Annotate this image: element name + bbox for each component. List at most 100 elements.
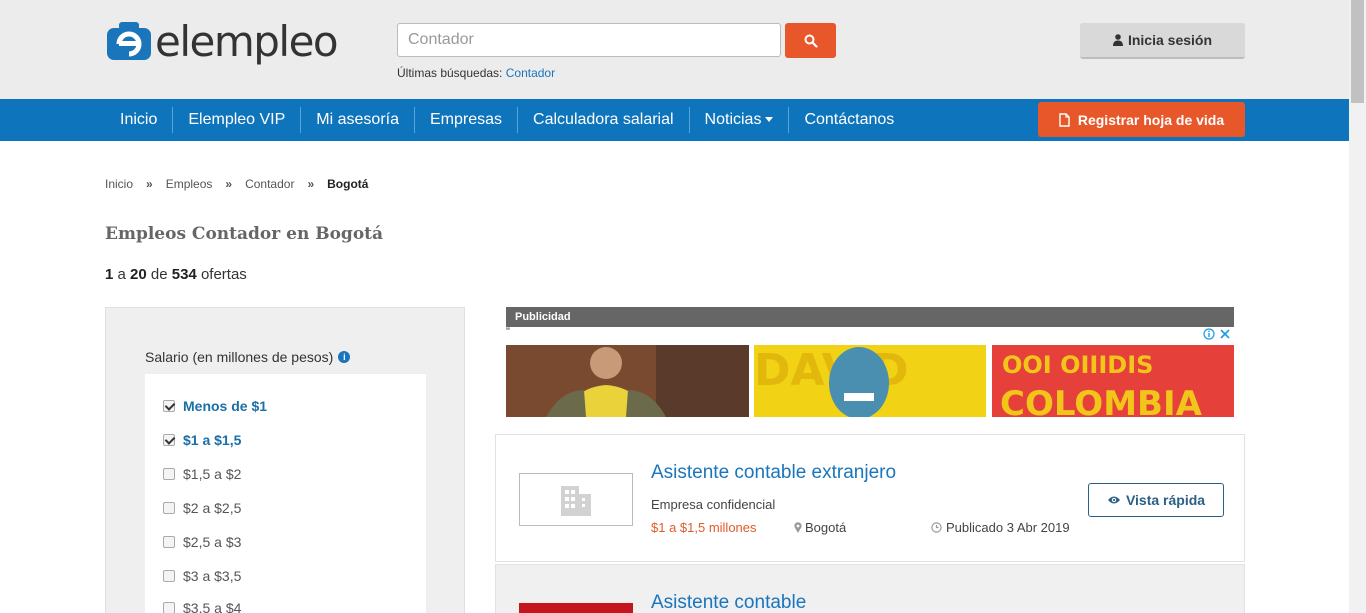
- salary-option[interactable]: $3,5 a $4: [163, 600, 241, 613]
- nav-item-contactanos[interactable]: Contáctanos: [788, 107, 909, 133]
- page: elempleo Últimas búsquedas: Contador Ini…: [0, 0, 1366, 613]
- job-title[interactable]: Asistente contable extranjero: [651, 462, 896, 484]
- recent-searches: Últimas búsquedas: Contador: [397, 66, 555, 80]
- eye-icon: [1107, 496, 1120, 504]
- salary-option-label: $2,5 a $3: [183, 534, 242, 550]
- logo-text: elempleo: [155, 16, 339, 66]
- results-from: 1: [105, 266, 114, 283]
- user-icon: [1112, 34, 1123, 46]
- scrollbar-thumb[interactable]: [1351, 0, 1364, 103]
- nav-item-label: Elempleo VIP: [188, 111, 286, 128]
- nav-item-label: Empresas: [430, 111, 503, 128]
- breadcrumb-separator: »: [146, 177, 153, 191]
- salary-filter-label: Salario (en millones de pesos): [145, 349, 334, 365]
- nav-item-inicio[interactable]: Inicio: [105, 107, 172, 133]
- search-button[interactable]: [785, 23, 836, 58]
- company-logo: [519, 603, 633, 613]
- breadcrumb-item-empleos[interactable]: Empleos: [166, 177, 213, 191]
- breadcrumb-separator: »: [225, 177, 233, 191]
- ad-label-bar: Publicidad: [506, 307, 1234, 327]
- nav-item-label: Contáctanos: [804, 111, 895, 128]
- breadcrumb-separator: »: [307, 177, 315, 191]
- building-icon: [561, 485, 591, 516]
- checkbox[interactable]: [163, 536, 175, 548]
- salary-option-label: Menos de $1: [183, 398, 268, 414]
- svg-text:OOI OIIIDIS: OOI OIIIDIS: [1002, 351, 1153, 379]
- breadcrumb-item-inicio[interactable]: Inicio: [105, 177, 133, 191]
- checkbox[interactable]: [163, 602, 175, 613]
- results-total: 534: [171, 266, 197, 283]
- results-count: 1 a 20 de 534 ofertas: [105, 266, 247, 283]
- salary-option-label: $2 a $2,5: [183, 500, 242, 516]
- search-icon: [804, 34, 818, 48]
- ad-info-icon[interactable]: [1203, 328, 1215, 340]
- nav-item-elempleo-vip[interactable]: Elempleo VIP: [172, 107, 300, 133]
- login-button-label: Inicia sesión: [1127, 32, 1213, 48]
- salary-filter-title: Salario (en millones de pesos) i: [145, 349, 351, 365]
- recent-searches-label: Últimas búsquedas:: [397, 66, 503, 80]
- results-de: de: [150, 266, 168, 283]
- salary-option[interactable]: $2,5 a $3: [163, 534, 241, 550]
- nav-item-noticias[interactable]: Noticias: [688, 107, 789, 133]
- results-suffix: ofertas: [200, 266, 247, 283]
- svg-text:COLOMBIA: COLOMBIA: [1000, 384, 1203, 417]
- caret-down-icon: [765, 117, 774, 123]
- job-card[interactable]: Asistente contable: [495, 564, 1245, 613]
- results-a: a: [117, 266, 126, 283]
- salary-filter-options: Menos de $1 $1 a $1,5 $1,5 a $2 $2 a $2,…: [145, 374, 426, 613]
- filters-sidebar: Salario (en millones de pesos) i Menos d…: [105, 307, 465, 613]
- company-logo-placeholder: [519, 473, 633, 526]
- salary-option[interactable]: $1 a $1,5: [163, 432, 241, 448]
- salary-option-label: $3 a $3,5: [183, 568, 242, 584]
- job-salary: $1 a $1,5 millones: [651, 520, 757, 535]
- ad-close-icon[interactable]: [1219, 328, 1231, 340]
- quick-view-label: Vista rápida: [1125, 492, 1206, 508]
- info-icon[interactable]: i: [338, 351, 351, 363]
- nav-item-calculadora-salarial[interactable]: Calculadora salarial: [517, 107, 689, 133]
- breadcrumb: Inicio » Empleos » Contador » Bogotá: [105, 177, 368, 191]
- header: elempleo Últimas búsquedas: Contador Ini…: [0, 0, 1366, 99]
- job-card[interactable]: Asistente contable extranjero Empresa co…: [495, 434, 1245, 562]
- page-scrollbar[interactable]: [1349, 0, 1366, 613]
- register-cv-button[interactable]: Registrar hoja de vida: [1038, 102, 1245, 137]
- nav-item-label: Inicio: [120, 111, 158, 128]
- map-marker-icon: [794, 522, 802, 533]
- quick-view-button[interactable]: Vista rápida: [1088, 483, 1224, 517]
- nav-item-label: Calculadora salarial: [533, 111, 674, 128]
- salary-option[interactable]: Menos de $1: [163, 398, 267, 414]
- breadcrumb-item-contador[interactable]: Contador: [245, 177, 294, 191]
- salary-option[interactable]: $3 a $3,5: [163, 568, 241, 584]
- ad-image-colombia[interactable]: OOI OIIIDIS COLOMBIA: [992, 345, 1234, 417]
- ad-controls: [1203, 328, 1231, 340]
- logo[interactable]: elempleo: [105, 15, 339, 67]
- elempleo-logo-icon: [105, 20, 153, 62]
- job-location: Bogotá: [794, 520, 846, 535]
- page-title: Empleos Contador en Bogotá: [105, 224, 384, 244]
- salary-option-label: $3,5 a $4: [183, 600, 242, 613]
- nav-item-label: Noticias: [704, 111, 762, 128]
- salary-option-label: $1 a $1,5: [183, 432, 242, 448]
- checkbox-checked[interactable]: [163, 400, 175, 412]
- salary-option[interactable]: $2 a $2,5: [163, 500, 241, 516]
- ad-quote: ": [506, 326, 510, 338]
- nav-items: Inicio Elempleo VIP Mi asesoría Empresas…: [105, 99, 909, 141]
- checkbox[interactable]: [163, 570, 175, 582]
- salary-option[interactable]: $1,5 a $2: [163, 466, 241, 482]
- job-company: Empresa confidencial: [651, 497, 776, 512]
- checkbox[interactable]: [163, 502, 175, 514]
- job-location-label: Bogotá: [805, 520, 847, 535]
- checkbox-checked[interactable]: [163, 434, 175, 446]
- login-button[interactable]: Inicia sesión: [1080, 23, 1245, 59]
- job-title[interactable]: Asistente contable: [651, 592, 806, 613]
- file-icon: [1059, 112, 1070, 127]
- ad-image-face[interactable]: DAVID: [754, 345, 986, 417]
- nav-item-empresas[interactable]: Empresas: [414, 107, 517, 133]
- search-input[interactable]: [397, 23, 781, 57]
- nav-item-label: Mi asesoría: [316, 111, 399, 128]
- recent-search-link[interactable]: Contador: [506, 66, 555, 80]
- checkbox[interactable]: [163, 468, 175, 480]
- job-date: Publicado 3 Abr 2019: [931, 520, 1070, 535]
- nav-item-mi-asesoria[interactable]: Mi asesoría: [300, 107, 414, 133]
- ad-image-player[interactable]: [506, 345, 749, 417]
- results-to: 20: [130, 266, 147, 283]
